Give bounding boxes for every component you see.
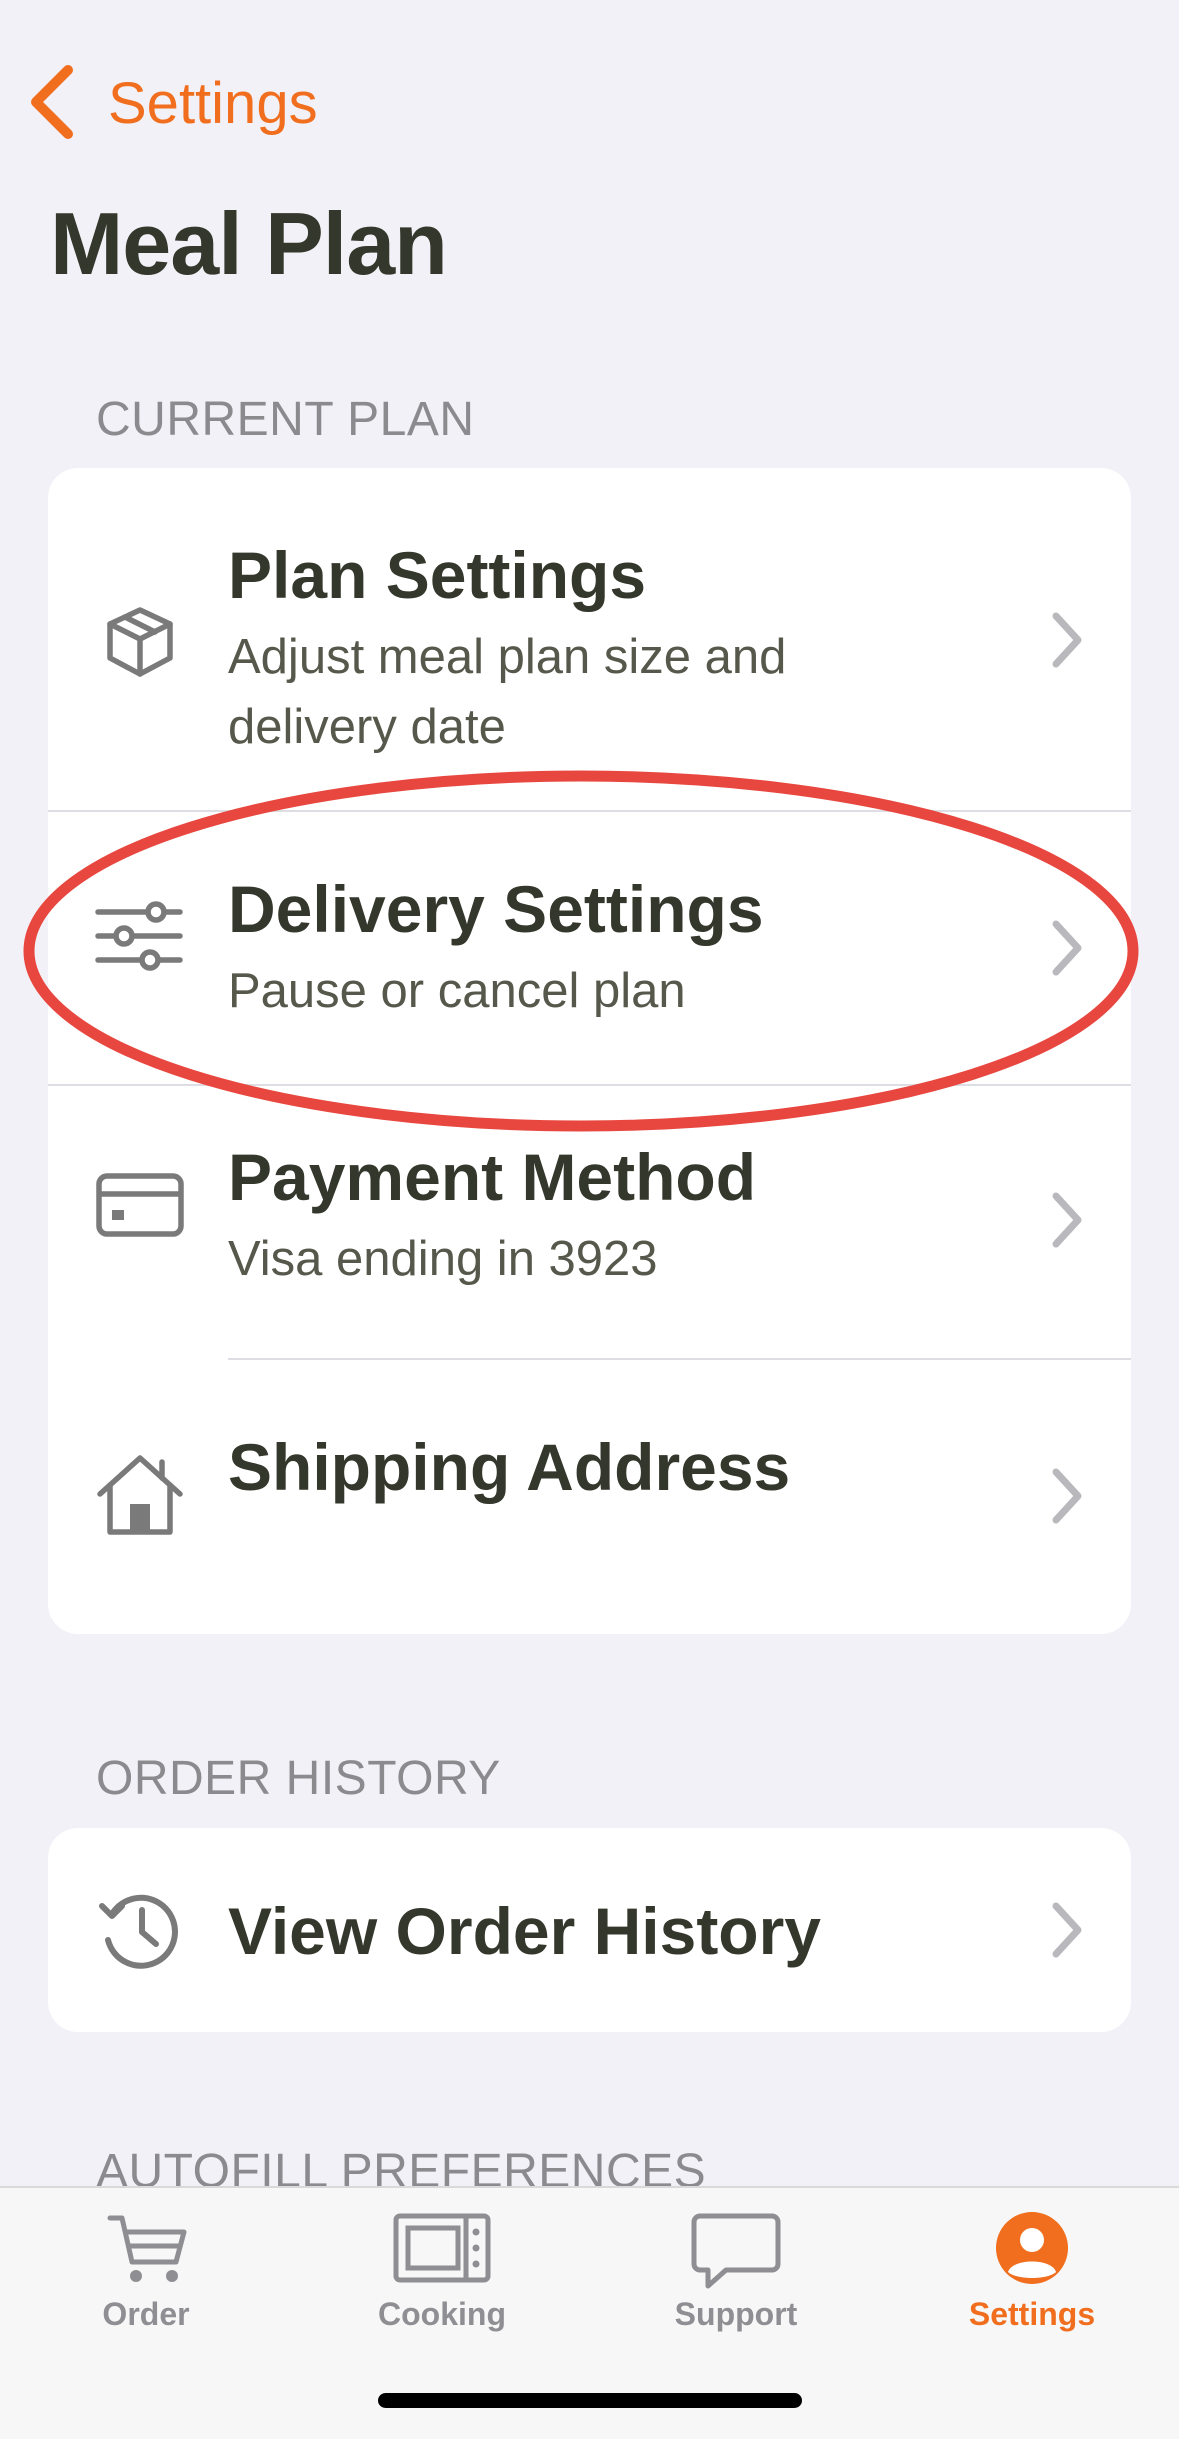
shipping-address-title: Shipping Address [228,1430,791,1504]
sliders-icon [94,890,186,982]
house-icon [94,1448,186,1540]
section-header-current-plan: CURRENT PLAN [96,393,475,446]
back-button-label: Settings [108,71,318,136]
chevron-right-icon [1048,1900,1084,1960]
microwave-icon [393,2213,491,2283]
chat-bubble-icon [691,2213,781,2289]
payment-method-row[interactable]: Payment Method Visa ending in 3923 [48,1086,1131,1358]
tab-support[interactable]: Support [636,2210,836,2350]
tab-cooking[interactable]: Cooking [342,2210,542,2350]
tab-settings-label: Settings [968,2296,1096,2332]
view-order-history-title: View Order History [228,1894,822,1968]
tab-settings[interactable]: Settings [932,2210,1132,2350]
tab-support-label: Support [674,2296,798,2332]
plan-settings-subtitle: Adjust meal plan size and delivery date [228,630,787,754]
view-order-history-row[interactable]: View Order History [48,1828,1131,2032]
chevron-right-icon [1048,610,1084,670]
chevron-right-icon [1048,1190,1084,1250]
delivery-settings-subtitle: Pause or cancel plan [228,964,686,1018]
home-indicator [378,2393,802,2408]
page-title: Meal Plan [50,194,448,293]
current-plan-card: Plan Settings Adjust meal plan size and … [48,468,1131,1634]
tab-order-label: Order [102,2296,190,2332]
plan-settings-row[interactable]: Plan Settings Adjust meal plan size and … [48,468,1131,810]
shipping-address-row[interactable]: Shipping Address [48,1360,1131,1634]
chevron-right-icon [1048,918,1084,978]
box-icon [94,596,186,688]
payment-method-title: Payment Method [228,1140,757,1214]
person-icon [996,2212,1068,2284]
section-header-order-history: ORDER HISTORY [96,1752,501,1805]
plan-settings-title: Plan Settings [228,538,647,612]
chevron-left-icon [26,64,76,145]
chevron-right-icon [1048,1466,1084,1526]
credit-card-icon [94,1158,186,1250]
delivery-settings-title: Delivery Settings [228,872,764,946]
back-button[interactable]: Settings [26,64,318,144]
payment-method-subtitle: Visa ending in 3923 [228,1232,658,1286]
cart-icon [107,2215,187,2282]
order-history-card: View Order History [48,1828,1131,2032]
tab-order[interactable]: Order [46,2210,246,2350]
history-icon [94,1884,186,1976]
tab-cooking-label: Cooking [378,2296,506,2332]
delivery-settings-row[interactable]: Delivery Settings Pause or cancel plan [48,812,1131,1084]
